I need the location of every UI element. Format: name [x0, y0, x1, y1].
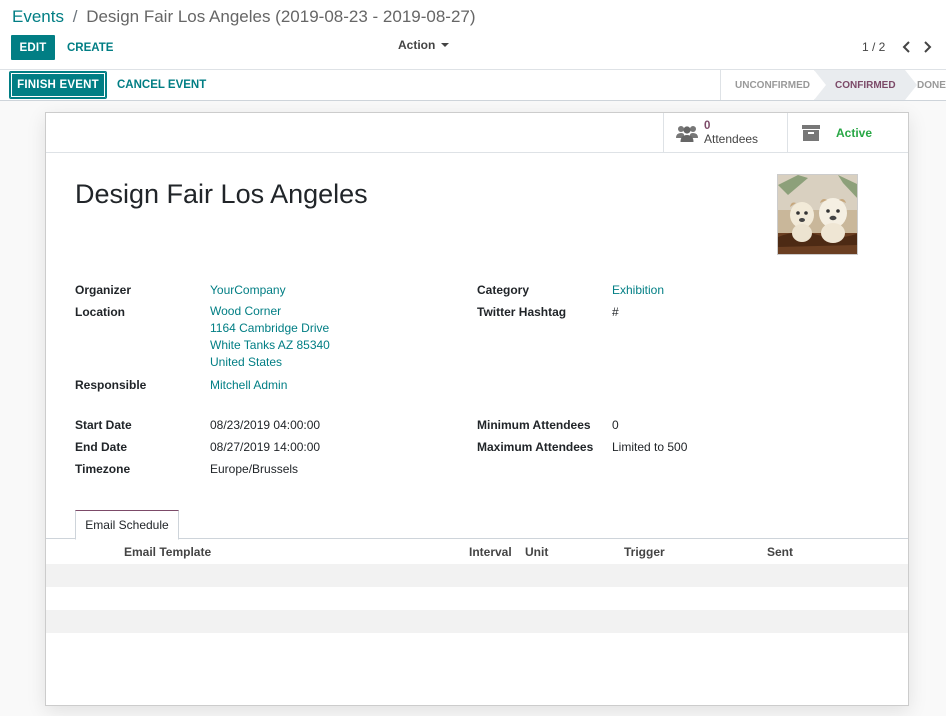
start-date-value[interactable]: 08/23/2019 04:00:00 — [210, 418, 320, 432]
category-link[interactable]: Exhibition — [612, 283, 664, 297]
status-stages: UNCONFIRMED CONFIRMED DONE — [720, 70, 946, 100]
breadcrumb-current: Design Fair Los Angeles (2019-08-23 - 20… — [86, 7, 476, 26]
responsible-link[interactable]: Mitchell Admin — [210, 378, 287, 392]
end-date-label: End Date — [75, 440, 128, 454]
location-line: United States — [210, 355, 283, 369]
max-attendees-value[interactable]: Limited to 500 — [612, 440, 687, 454]
stage-unconfirmed[interactable]: UNCONFIRMED — [720, 70, 826, 100]
edit-button[interactable]: EDIT — [11, 35, 55, 60]
chevron-right-icon — [924, 41, 932, 53]
location-line: Wood Corner — [210, 304, 282, 318]
attendees-stat: 0 Attendees — [704, 120, 758, 146]
organizer-label: Organizer — [75, 283, 132, 297]
form-statusbar: FINISH EVENT CANCEL EVENT UNCONFIRMED CO… — [0, 70, 946, 101]
cancel-event-button[interactable]: CANCEL EVENT — [112, 72, 211, 98]
location-link[interactable]: Wood Corner 1164 Cambridge Drive White T… — [210, 303, 330, 371]
attendees-label: Attendees — [704, 132, 759, 146]
pager-next-button[interactable] — [917, 38, 937, 56]
puppies-image — [778, 175, 857, 254]
active-toggle-button[interactable]: Active — [787, 113, 908, 153]
location-line: White Tanks AZ 85340 — [210, 338, 330, 352]
column-trigger[interactable]: Trigger — [624, 545, 665, 559]
email-schedule-table-header: Email Template Interval Unit Trigger Sen… — [46, 540, 908, 564]
timezone-value[interactable]: Europe/Brussels — [210, 462, 298, 476]
column-interval[interactable]: Interval — [469, 545, 512, 559]
table-row — [46, 610, 908, 633]
column-email-template[interactable]: Email Template — [124, 545, 211, 559]
breadcrumb: Events / Design Fair Los Angeles (2019-0… — [12, 6, 476, 28]
users-icon — [676, 123, 698, 143]
min-attendees-value[interactable]: 0 — [612, 418, 619, 432]
twitter-hashtag-label: Twitter Hashtag — [477, 305, 567, 319]
location-label: Location — [75, 305, 125, 319]
notebook-tabs: Email Schedule — [46, 509, 908, 540]
archive-icon — [800, 123, 822, 143]
action-dropdown[interactable]: Action — [398, 38, 450, 52]
min-attendees-label: Minimum Attendees — [477, 418, 591, 432]
twitter-hashtag-value[interactable]: # — [612, 305, 619, 319]
timezone-label: Timezone — [75, 462, 131, 476]
caret-down-icon — [441, 43, 450, 47]
table-row — [46, 564, 908, 587]
pager-value[interactable]: 1 / 2 — [862, 40, 885, 54]
chevron-left-icon — [902, 41, 911, 53]
column-sent[interactable]: Sent — [767, 545, 793, 559]
control-panel: Events / Design Fair Los Angeles (2019-0… — [0, 0, 946, 70]
pager: 1 / 2 — [862, 38, 937, 56]
breadcrumb-events-link[interactable]: Events — [12, 7, 64, 26]
column-unit[interactable]: Unit — [525, 545, 548, 559]
event-title[interactable]: Design Fair Los Angeles — [75, 179, 368, 210]
finish-event-button[interactable]: FINISH EVENT — [9, 71, 107, 99]
pager-previous-button[interactable] — [897, 38, 917, 56]
active-label: Active — [836, 126, 873, 140]
form-sheet: 0 Attendees Active Design Fair Los Angel… — [45, 112, 909, 706]
stage-confirmed[interactable]: CONFIRMED — [814, 70, 917, 100]
smart-button-box: 0 Attendees Active — [46, 113, 908, 153]
table-row — [46, 587, 908, 610]
end-date-value[interactable]: 08/27/2019 14:00:00 — [210, 440, 320, 454]
event-image[interactable] — [777, 174, 858, 255]
tab-email-schedule[interactable]: Email Schedule — [75, 510, 179, 540]
action-dropdown-label: Action — [398, 38, 436, 52]
breadcrumb-separator: / — [72, 7, 78, 26]
responsible-label: Responsible — [75, 378, 147, 392]
create-button[interactable]: CREATE — [62, 35, 118, 60]
organizer-link[interactable]: YourCompany — [210, 283, 286, 297]
category-label: Category — [477, 283, 530, 297]
table-row — [46, 633, 908, 656]
location-line: 1164 Cambridge Drive — [210, 321, 330, 335]
max-attendees-label: Maximum Attendees — [477, 440, 594, 454]
start-date-label: Start Date — [75, 418, 132, 432]
attendees-smart-button[interactable]: 0 Attendees — [663, 113, 787, 153]
